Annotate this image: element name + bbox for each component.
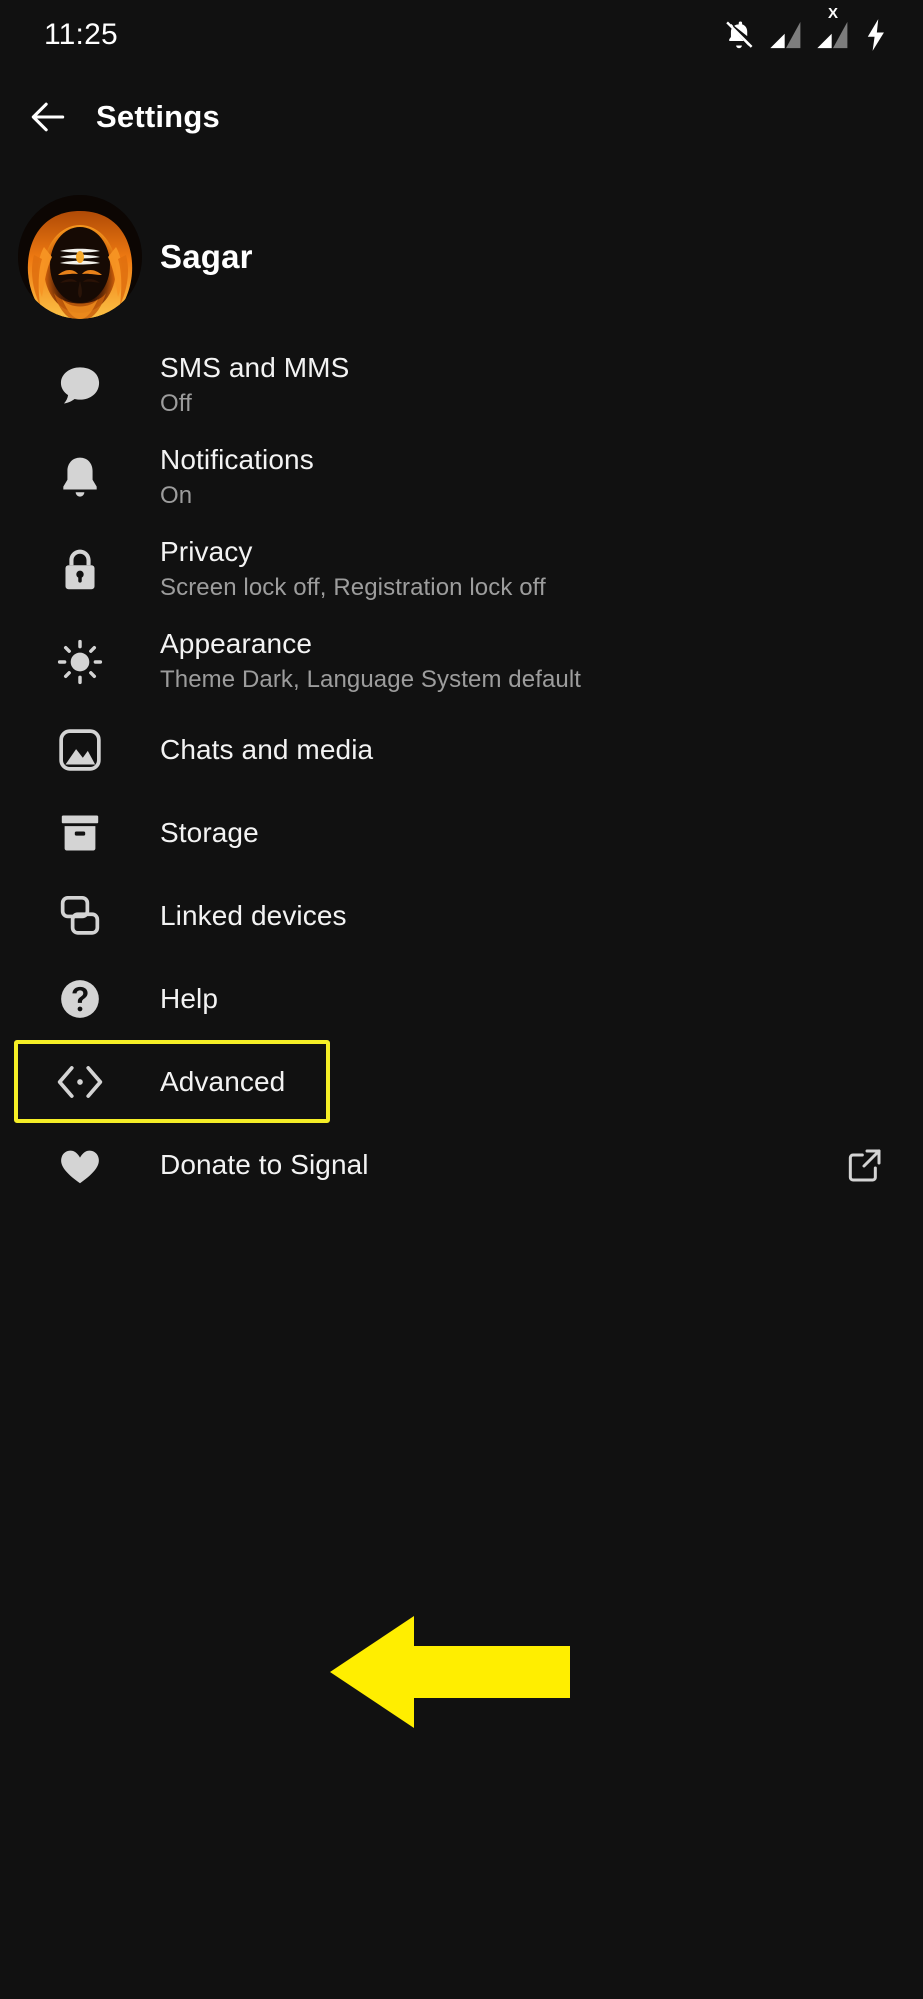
bell-icon	[0, 452, 160, 504]
row-subtitle: On	[160, 482, 193, 510]
row-text: Help	[160, 982, 218, 1015]
row-text: Privacy Screen lock off, Registration lo…	[160, 535, 546, 604]
profile-name: Sagar	[160, 238, 253, 275]
avatar[interactable]	[18, 195, 142, 319]
row-text: Donate to Signal	[160, 1148, 369, 1181]
status-bar-clock: 11:25	[44, 18, 118, 51]
settings-row-donate-to-signal[interactable]: Donate to Signal	[0, 1123, 923, 1206]
settings-row-advanced[interactable]: Advanced	[0, 1040, 923, 1123]
row-title: Notifications	[160, 444, 314, 476]
row-text: SMS and MMS Off	[160, 351, 349, 420]
row-title: SMS and MMS	[160, 352, 350, 384]
row-title: Privacy	[160, 536, 253, 568]
row-text: Linked devices	[160, 899, 347, 932]
notifications-muted-icon	[722, 18, 756, 52]
profile-row[interactable]: Sagar	[0, 183, 923, 331]
status-bar-icons: X	[722, 6, 889, 52]
sun-icon	[0, 636, 160, 688]
heart-icon	[0, 1139, 160, 1191]
row-title: Storage	[160, 816, 259, 848]
annotation-arrow-left-icon	[330, 1612, 570, 1732]
row-title: Chats and media	[160, 733, 374, 765]
row-text: Storage	[160, 816, 259, 849]
lock-icon	[0, 544, 160, 596]
page-title: Settings	[96, 99, 220, 134]
status-bar: 11:25 X	[0, 0, 923, 70]
back-button[interactable]	[0, 95, 96, 139]
row-title: Linked devices	[160, 899, 347, 931]
row-text: Advanced	[160, 1065, 285, 1098]
archive-box-icon	[0, 807, 160, 859]
settings-row-help[interactable]: Help	[0, 957, 923, 1040]
app-bar: Settings	[0, 78, 923, 156]
external-link-icon[interactable]	[845, 1145, 885, 1185]
settings-row-notifications[interactable]: Notifications On	[0, 432, 923, 524]
chat-bubble-icon	[0, 360, 160, 412]
settings-row-sms-and-mms[interactable]: SMS and MMS Off	[0, 340, 923, 432]
code-brackets-icon	[0, 1056, 160, 1108]
image-icon	[0, 724, 160, 776]
row-text: Appearance Theme Dark, Language System d…	[160, 627, 581, 696]
user-avatar-image	[18, 195, 142, 319]
settings-list: SMS and MMS Off Notifications On Privacy…	[0, 340, 923, 1206]
signal-bars-no-sim-icon: X	[816, 6, 850, 50]
settings-row-linked-devices[interactable]: Linked devices	[0, 874, 923, 957]
row-title: Appearance	[160, 628, 313, 660]
back-arrow-icon	[26, 95, 70, 139]
settings-row-storage[interactable]: Storage	[0, 791, 923, 874]
row-title: Advanced	[160, 1065, 286, 1097]
linked-devices-icon	[0, 890, 160, 942]
settings-row-appearance[interactable]: Appearance Theme Dark, Language System d…	[0, 616, 923, 708]
avatar-slot	[0, 195, 160, 319]
row-text: Chats and media	[160, 733, 373, 766]
settings-screen: 11:25 X Settings Sagar SMS and MMS Off N…	[0, 0, 923, 1999]
row-subtitle: Off	[160, 390, 192, 418]
signal-bars-icon	[769, 20, 803, 50]
help-circle-icon	[0, 973, 160, 1025]
row-subtitle: Screen lock off, Registration lock off	[160, 574, 546, 602]
row-title: Donate to Signal	[160, 1148, 369, 1180]
settings-row-chats-and-media[interactable]: Chats and media	[0, 708, 923, 791]
row-title: Help	[160, 982, 218, 1014]
row-subtitle: Theme Dark, Language System default	[160, 666, 582, 694]
settings-row-privacy[interactable]: Privacy Screen lock off, Registration lo…	[0, 524, 923, 616]
no-sim-badge: X	[827, 5, 839, 22]
battery-charging-icon	[863, 18, 889, 52]
row-text: Notifications On	[160, 443, 314, 512]
